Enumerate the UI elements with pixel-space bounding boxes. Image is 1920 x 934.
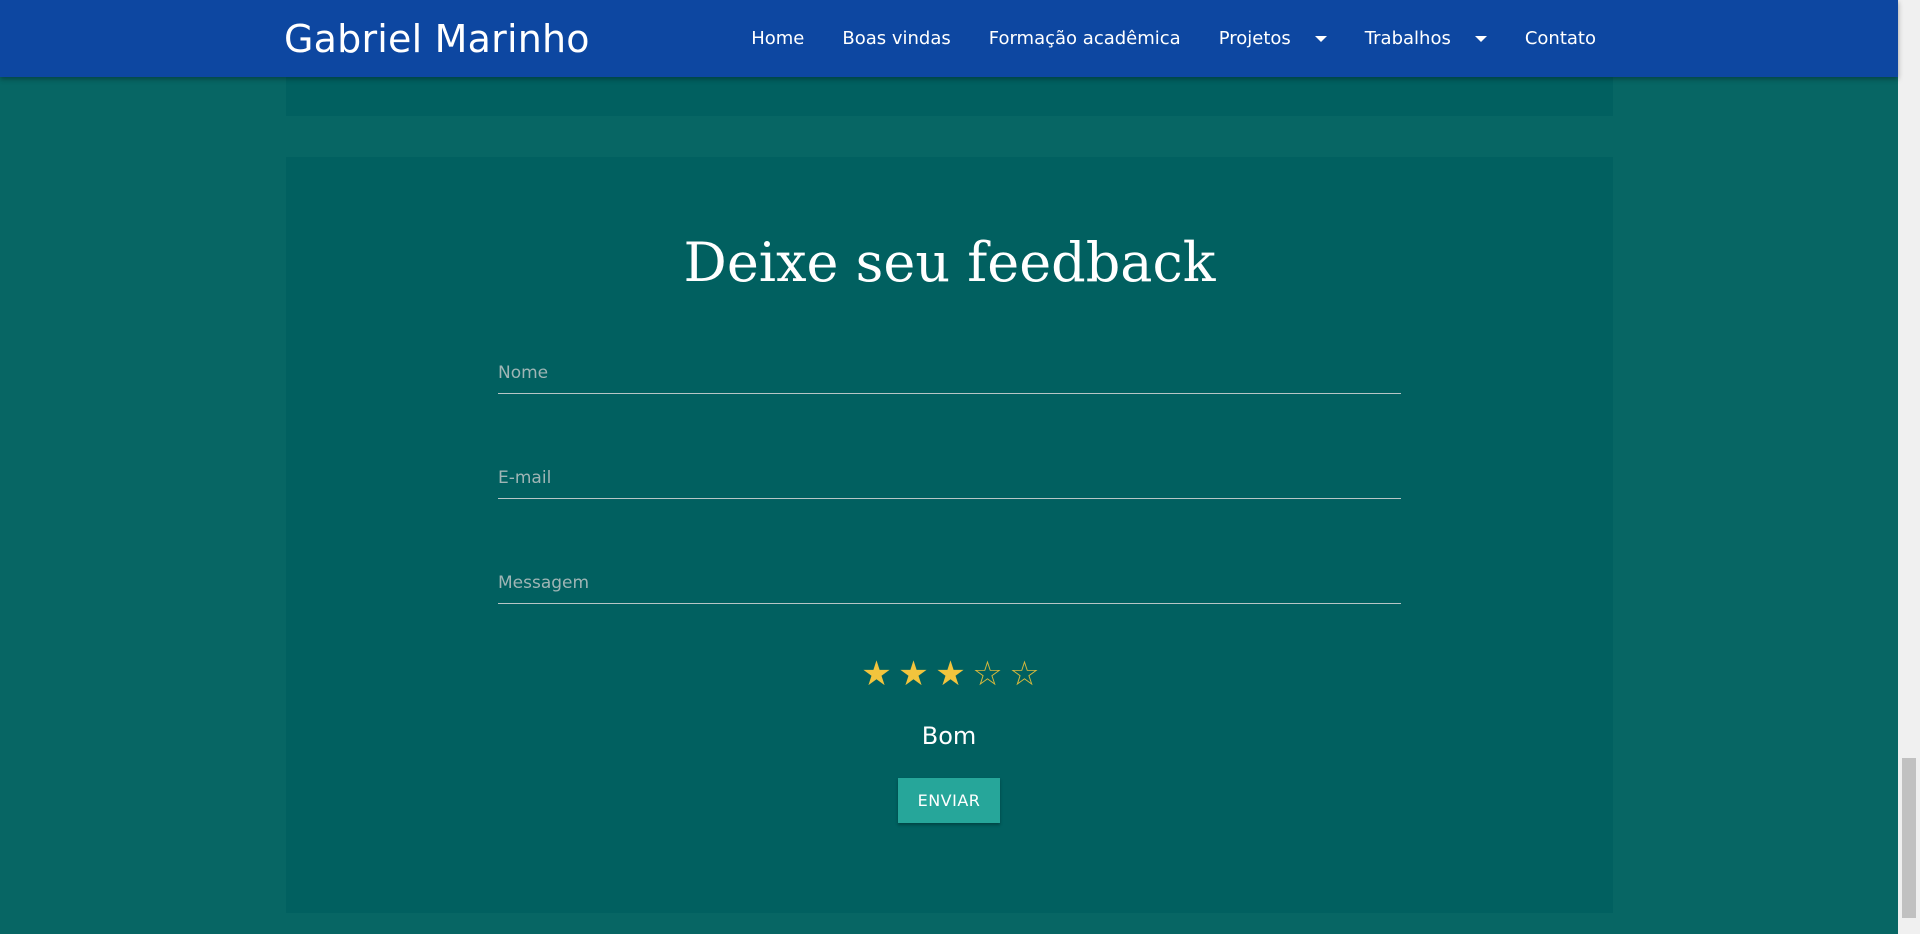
star-rating: ★ ★ ★ ☆ ☆: [858, 654, 1043, 694]
feedback-title: Deixe seu feedback: [683, 231, 1216, 294]
nav-item-projetos-dropdown[interactable]: Projetos: [1200, 0, 1346, 77]
nav-item-home[interactable]: Home: [732, 0, 823, 77]
top-navbar: Gabriel Marinho Home Boas vindas Formaçã…: [0, 0, 1898, 77]
nav-item-label: Formação acadêmica: [988, 28, 1181, 49]
star-filled-icon[interactable]: ★: [932, 654, 969, 694]
star-outline-icon[interactable]: ☆: [1006, 654, 1043, 694]
nav-item-label: Boas vindas: [842, 28, 951, 49]
message-input[interactable]: [498, 563, 1401, 604]
star-filled-icon[interactable]: ★: [895, 654, 932, 694]
brand-logo-text[interactable]: Gabriel Marinho: [284, 16, 590, 62]
submit-button[interactable]: ENVIAR: [898, 778, 1000, 823]
nav-item-formacao-academica[interactable]: Formação acadêmica: [970, 0, 1200, 77]
nav-item-label: Contato: [1524, 28, 1596, 49]
nav-links: Home Boas vindas Formação acadêmica Proj…: [732, 0, 1615, 77]
nav-item-contato[interactable]: Contato: [1506, 0, 1615, 77]
nav-item-trabalhos-dropdown[interactable]: Trabalhos: [1346, 0, 1506, 77]
rating-label: Bom: [921, 722, 977, 750]
nav-item-label: Projetos: [1218, 28, 1291, 49]
vertical-scrollbar[interactable]: [1898, 0, 1920, 934]
caret-down-icon: [1474, 35, 1487, 42]
previous-section-card-bottom: [286, 77, 1613, 116]
scrollbar-thumb[interactable]: [1902, 758, 1916, 918]
nav-item-label: Trabalhos: [1364, 28, 1451, 49]
star-filled-icon[interactable]: ★: [858, 654, 895, 694]
caret-down-icon: [1314, 35, 1327, 42]
nav-item-boas-vindas[interactable]: Boas vindas: [823, 0, 969, 77]
name-input[interactable]: [498, 353, 1401, 394]
nav-item-label: Home: [751, 28, 805, 49]
email-input[interactable]: [498, 458, 1401, 499]
star-outline-icon[interactable]: ☆: [969, 654, 1006, 694]
